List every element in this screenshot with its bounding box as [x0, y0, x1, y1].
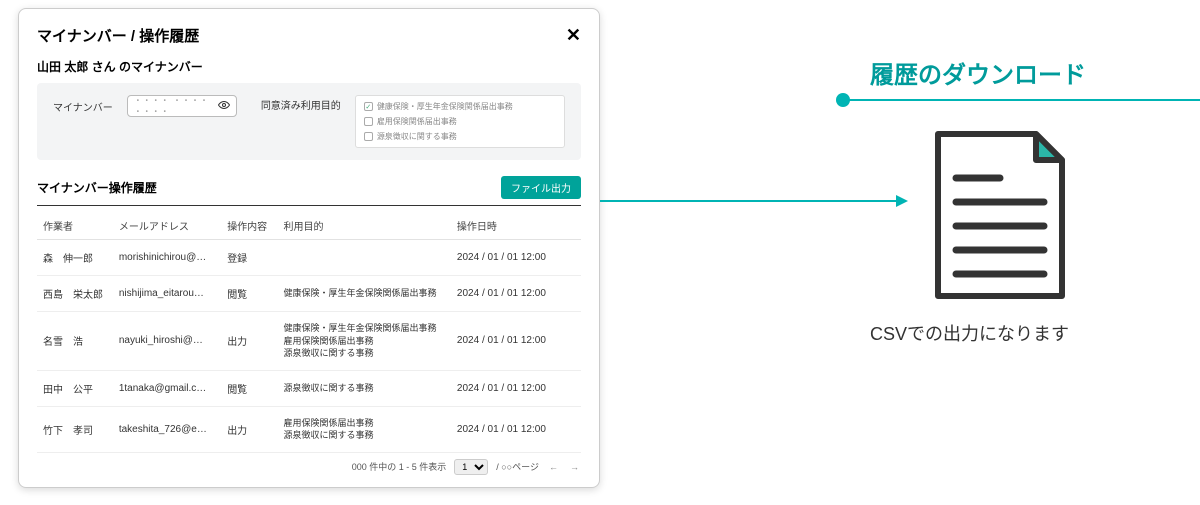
- cell-purpose: 源泉徴収に関する事務: [278, 370, 451, 406]
- consent-box: ✓ 健康保険・厚生年金保険関係届出事務 雇用保険関係届出事務 源泉徴収に関する事…: [355, 95, 565, 148]
- consent-option-0[interactable]: ✓ 健康保険・厚生年金保険関係届出事務: [364, 101, 556, 112]
- cell-email: nishijima_eitarou…: [113, 276, 221, 312]
- cell-datetime: 2024 / 01 / 01 12:00: [451, 312, 581, 371]
- consent-group: 同意済み利用目的 ✓ 健康保険・厚生年金保険関係届出事務 雇用保険関係届出事務 …: [261, 95, 565, 148]
- cell-action: 出力: [221, 406, 277, 452]
- checkbox-checked-icon: ✓: [364, 102, 373, 111]
- cell-operator: 田中 公平: [37, 370, 113, 406]
- arrow-line: [600, 200, 900, 202]
- cell-action: 閲覧: [221, 276, 277, 312]
- mynumber-field-group: マイナンバー ・・・・ ・・・・ ・・・・: [53, 95, 237, 117]
- checkbox-icon: [364, 132, 373, 141]
- cell-datetime: 2024 / 01 / 01 12:00: [451, 276, 581, 312]
- consent-option-label: 健康保険・厚生年金保険関係届出事務: [377, 101, 513, 112]
- history-section-title: マイナンバー操作履歴: [37, 179, 157, 196]
- user-subtitle: 山田 太郎 さん のマイナンバー: [37, 58, 581, 75]
- close-icon[interactable]: ✕: [566, 25, 581, 46]
- col-purpose: 利用目的: [278, 212, 451, 240]
- callout-underline: [840, 99, 1200, 101]
- cell-action: 出力: [221, 312, 277, 371]
- cell-datetime: 2024 / 01 / 01 12:00: [451, 370, 581, 406]
- mynumber-field-label: マイナンバー: [53, 99, 113, 114]
- col-datetime: 操作日時: [451, 212, 581, 240]
- arrow-head-icon: [896, 195, 908, 207]
- checkbox-icon: [364, 117, 373, 126]
- csv-caption: CSVでの出力になります: [870, 320, 1069, 346]
- history-section-header: マイナンバー操作履歴 ファイル出力: [37, 176, 581, 206]
- cell-operator: 竹下 孝司: [37, 406, 113, 452]
- pager-prev-icon[interactable]: ←: [547, 462, 560, 472]
- table-header-row: 作業者 メールアドレス 操作内容 利用目的 操作日時: [37, 212, 581, 240]
- table-row: 竹下 孝司takeshita_726@e…出力雇用保険関係届出事務源泉徴収に関す…: [37, 406, 581, 452]
- table-row: 名雪 浩nayuki_hiroshi@…出力健康保険・厚生年金保険関係届出事務雇…: [37, 312, 581, 371]
- cell-email: 1tanaka@gmail.c…: [113, 370, 221, 406]
- cell-operator: 森 伸一郎: [37, 240, 113, 276]
- cell-email: takeshita_726@e…: [113, 406, 221, 452]
- cell-purpose: [278, 240, 451, 276]
- cell-datetime: 2024 / 01 / 01 12:00: [451, 406, 581, 452]
- consent-option-2[interactable]: 源泉徴収に関する事務: [364, 131, 556, 142]
- mynumber-history-modal: マイナンバー / 操作履歴 ✕ 山田 太郎 さん のマイナンバー マイナンバー …: [18, 8, 600, 488]
- csv-file-icon: [930, 130, 1070, 300]
- cell-email: morishinichirou@…: [113, 240, 221, 276]
- cell-purpose: 健康保険・厚生年金保険関係届出事務: [278, 276, 451, 312]
- col-email: メールアドレス: [113, 212, 221, 240]
- file-export-button[interactable]: ファイル出力: [501, 176, 581, 199]
- history-table: 作業者 メールアドレス 操作内容 利用目的 操作日時 森 伸一郎morishin…: [37, 212, 581, 453]
- modal-title: マイナンバー / 操作履歴: [37, 25, 199, 46]
- cell-email: nayuki_hiroshi@…: [113, 312, 221, 371]
- mynumber-input[interactable]: ・・・・ ・・・・ ・・・・: [127, 95, 237, 117]
- cell-purpose: 雇用保険関係届出事務源泉徴収に関する事務: [278, 406, 451, 452]
- consent-label: 同意済み利用目的: [261, 95, 341, 112]
- cell-action: 閲覧: [221, 370, 277, 406]
- table-row: 森 伸一郎morishinichirou@…登録 2024 / 01 / 01 1…: [37, 240, 581, 276]
- eye-icon[interactable]: [218, 99, 230, 114]
- pager-next-icon[interactable]: →: [568, 462, 581, 472]
- table-row: 西島 栄太郎nishijima_eitarou…閲覧健康保険・厚生年金保険関係届…: [37, 276, 581, 312]
- pager: 000 件中の 1 - 5 件表示 1 / ○○ページ ← →: [37, 453, 581, 475]
- cell-purpose: 健康保険・厚生年金保険関係届出事務雇用保険関係届出事務源泉徴収に関する事務: [278, 312, 451, 371]
- pager-summary: 000 件中の 1 - 5 件表示: [352, 460, 447, 473]
- col-operator: 作業者: [37, 212, 113, 240]
- consent-option-label: 雇用保険関係届出事務: [377, 116, 457, 127]
- consent-option-label: 源泉徴収に関する事務: [377, 131, 457, 142]
- pager-page-select[interactable]: 1: [454, 459, 488, 475]
- cell-datetime: 2024 / 01 / 01 12:00: [451, 240, 581, 276]
- consent-option-1[interactable]: 雇用保険関係届出事務: [364, 116, 556, 127]
- col-action: 操作内容: [221, 212, 277, 240]
- callout-title: 履歴のダウンロード: [870, 55, 1086, 90]
- pager-page-total: / ○○ページ: [496, 460, 539, 473]
- cell-action: 登録: [221, 240, 277, 276]
- modal-header: マイナンバー / 操作履歴 ✕: [37, 25, 581, 46]
- callout-dot-icon: [836, 93, 850, 107]
- info-panel: マイナンバー ・・・・ ・・・・ ・・・・ 同意済み利用目的 ✓ 健康保険・厚生…: [37, 83, 581, 160]
- cell-operator: 名雪 浩: [37, 312, 113, 371]
- cell-operator: 西島 栄太郎: [37, 276, 113, 312]
- table-row: 田中 公平1tanaka@gmail.c…閲覧源泉徴収に関する事務2024 / …: [37, 370, 581, 406]
- mynumber-masked-value: ・・・・ ・・・・ ・・・・: [134, 95, 218, 117]
